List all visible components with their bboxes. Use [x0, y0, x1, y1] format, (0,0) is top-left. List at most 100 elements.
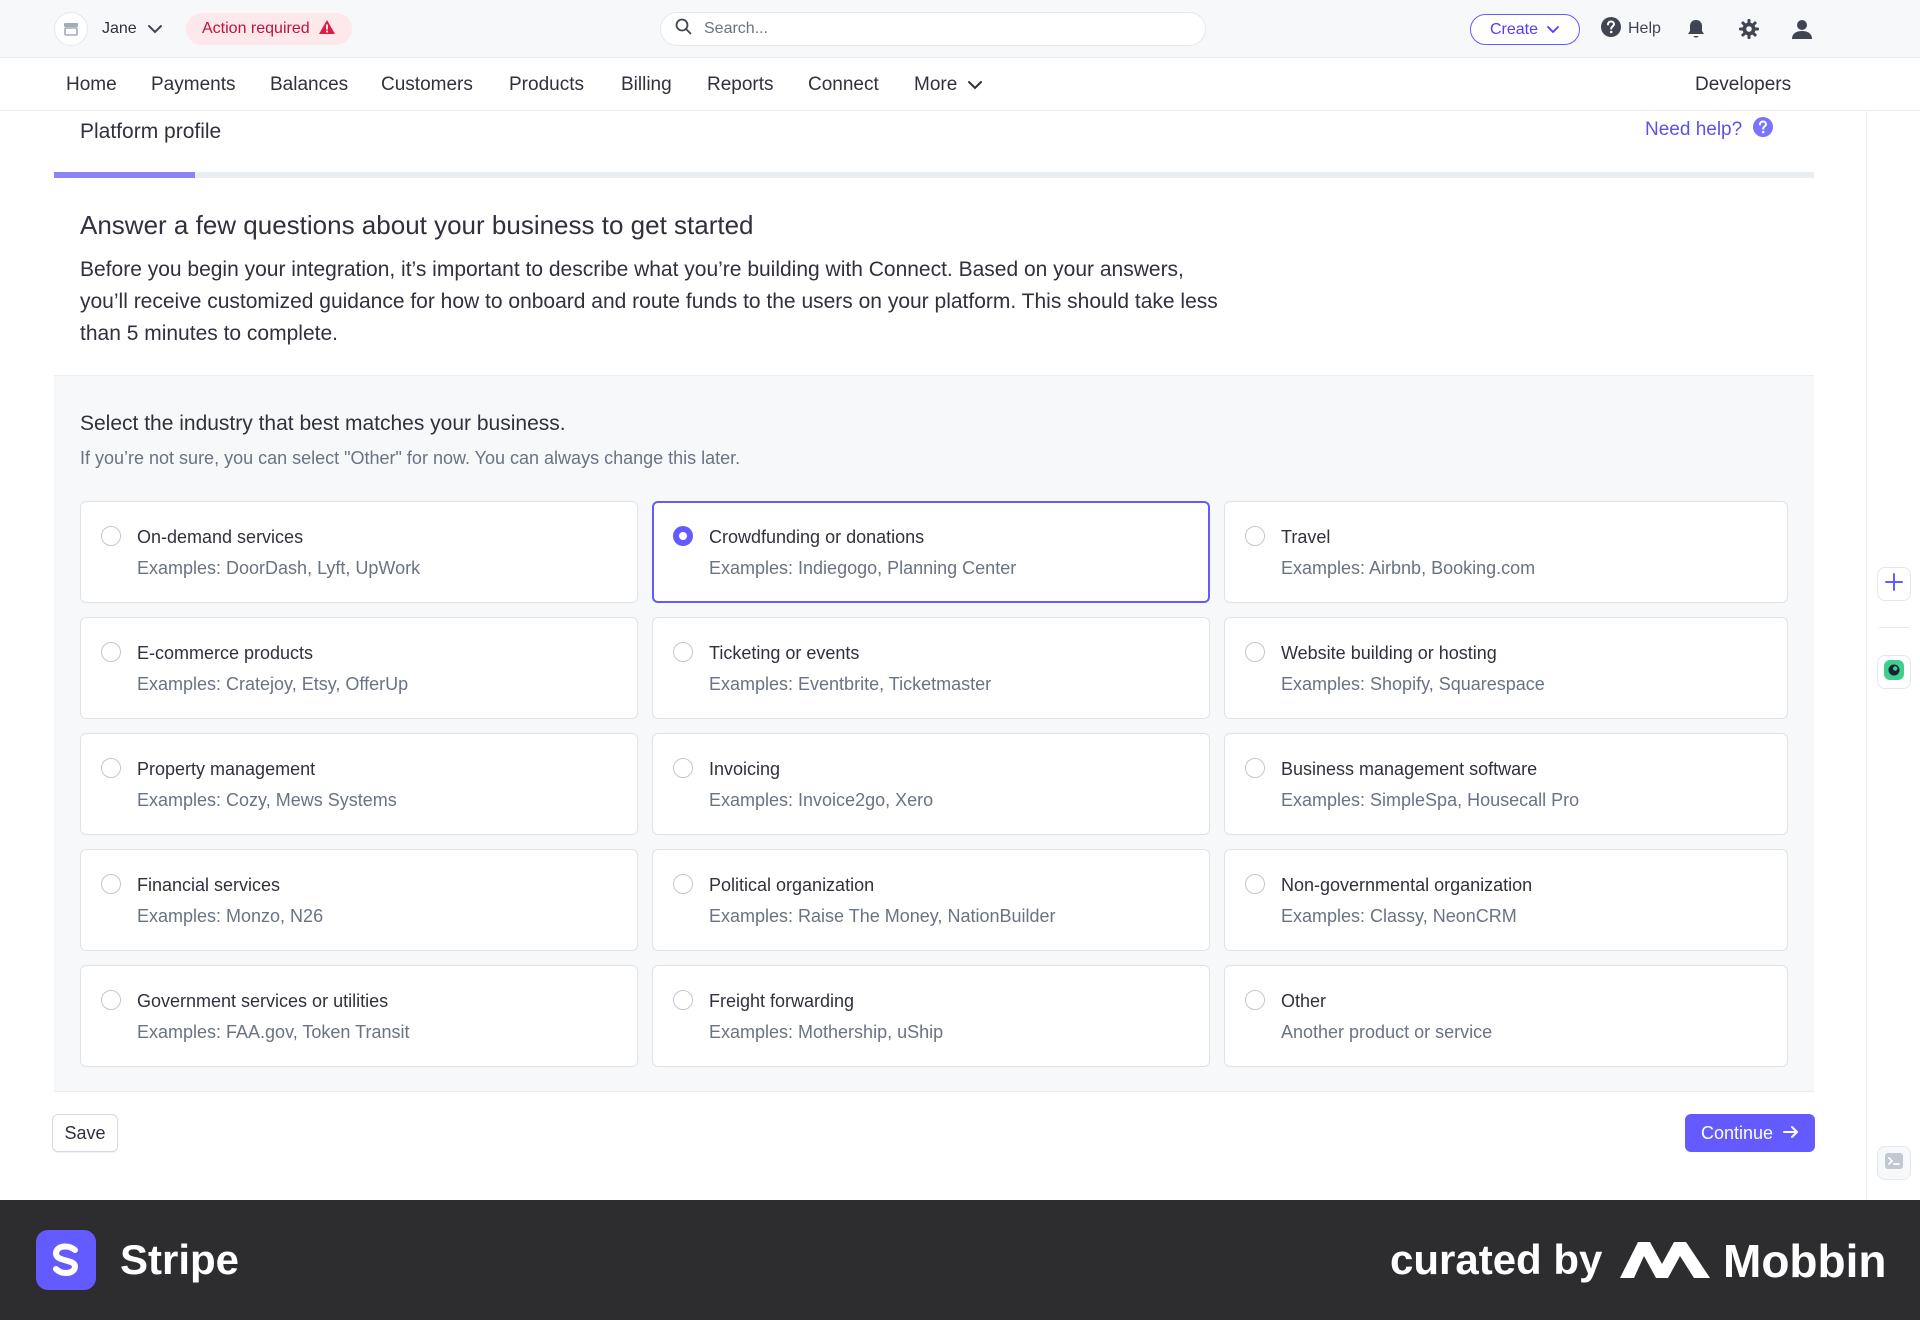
arrow-right-icon — [1783, 1123, 1799, 1144]
industry-option-card[interactable]: Political organization Examples: Raise Th… — [652, 849, 1210, 951]
nav-item-customers[interactable]: Customers — [381, 74, 473, 96]
question-circle-icon — [1600, 16, 1622, 43]
account-switcher[interactable]: Jane — [54, 12, 163, 46]
warning-triangle-icon — [318, 19, 336, 40]
chevron-down-icon — [147, 24, 163, 34]
industry-option-card[interactable]: Ticketing or events Examples: Eventbrite,… — [652, 617, 1210, 719]
industry-option-card[interactable]: On-demand services Examples: DoorDash, Ly… — [80, 501, 638, 603]
question-hint: If you’re not sure, you can select "Othe… — [80, 448, 741, 468]
brand-name: Stripe — [120, 1236, 240, 1283]
need-help-link[interactable]: Need help? — [1645, 116, 1774, 144]
nav-item-connect[interactable]: Connect — [808, 74, 879, 96]
industry-option-card[interactable]: Financial services Examples: Monzo, N26 — [80, 849, 638, 951]
radio-button[interactable] — [101, 642, 121, 662]
curated-by-label: curated by — [1390, 1236, 1603, 1283]
option-subtitle: Examples: DoorDash, Lyft, UpWork — [137, 558, 421, 578]
option-subtitle: Examples: Indiegogo, Planning Center — [709, 558, 1017, 578]
nav-item-payments[interactable]: Payments — [151, 74, 235, 96]
radio-button[interactable] — [1245, 526, 1265, 546]
rail-divider — [1879, 627, 1909, 628]
option-title: Travel — [1281, 527, 1331, 547]
nav-item-more[interactable]: More — [914, 74, 983, 96]
industry-option-card[interactable]: Government services or utilities Examples… — [80, 965, 638, 1067]
continue-button[interactable]: Continue — [1685, 1114, 1815, 1152]
option-subtitle: Examples: Airbnb, Booking.com — [1281, 558, 1536, 578]
search-bar[interactable] — [660, 12, 1206, 46]
help-button[interactable]: Help — [1600, 16, 1661, 42]
intro-title: Answer a few questions about your busine… — [80, 210, 754, 240]
industry-option-card[interactable]: Invoicing Examples: Invoice2go, Xero — [652, 733, 1210, 835]
terminal-icon — [1884, 1151, 1904, 1176]
option-title: E-commerce products — [137, 643, 314, 663]
bell-icon[interactable] — [1683, 16, 1709, 42]
plus-icon — [1884, 572, 1904, 597]
user-icon[interactable] — [1789, 16, 1815, 42]
option-subtitle: Another product or service — [1281, 1022, 1493, 1042]
nav-item-reports[interactable]: Reports — [707, 74, 774, 96]
chevron-down-icon — [1546, 21, 1560, 39]
create-label: Create — [1489, 20, 1539, 38]
radio-button[interactable] — [1245, 990, 1265, 1010]
option-subtitle: Examples: FAA.gov, Token Transit — [137, 1022, 410, 1042]
nav-item-developers[interactable]: Developers — [1695, 74, 1791, 96]
app-shortcut-button[interactable] — [1877, 655, 1911, 689]
option-subtitle: Examples: Eventbrite, Ticketmaster — [709, 674, 992, 694]
option-title: Financial services — [137, 875, 281, 895]
option-subtitle: Examples: Cratejoy, Etsy, OfferUp — [137, 674, 409, 694]
radio-button[interactable] — [101, 990, 121, 1010]
create-button[interactable]: Create — [1470, 14, 1580, 45]
industry-option-card[interactable]: Business management software Examples: Si… — [1224, 733, 1788, 835]
radio-button[interactable] — [673, 526, 693, 546]
industry-option-card[interactable]: Crowdfunding or donations Examples: Indie… — [652, 501, 1210, 603]
nav-item-products[interactable]: Products — [509, 74, 584, 96]
intro-body: Before you begin your integration, it’s … — [80, 258, 1218, 345]
option-title: On-demand services — [137, 527, 304, 547]
progress-bar — [54, 172, 1814, 178]
radio-button[interactable] — [673, 874, 693, 894]
store-icon — [54, 12, 88, 46]
progress-fill — [54, 172, 195, 178]
industry-option-card[interactable]: Non-governmental organization Examples: C… — [1224, 849, 1788, 951]
radio-button[interactable] — [1245, 758, 1265, 778]
option-subtitle: Examples: Mothership, uShip — [709, 1022, 944, 1042]
action-required-badge[interactable]: Action required — [186, 13, 352, 45]
gear-icon[interactable] — [1736, 16, 1762, 42]
radio-button[interactable] — [101, 874, 121, 894]
search-icon — [675, 18, 692, 40]
question-circle-icon — [1752, 116, 1774, 144]
industry-option-card[interactable]: Freight forwarding Examples: Mothership, … — [652, 965, 1210, 1067]
radio-button[interactable] — [1245, 874, 1265, 894]
option-title: Political organization — [709, 875, 875, 895]
radio-button[interactable] — [101, 758, 121, 778]
industry-option-card[interactable]: Website building or hosting Examples: Sho… — [1224, 617, 1788, 719]
industry-options-grid: On-demand services Examples: DoorDash, Ly… — [80, 501, 1788, 1067]
industry-option-card[interactable]: Property management Examples: Cozy, Mews … — [80, 733, 638, 835]
top-bar: Jane Action required Create Help — [0, 0, 1920, 58]
option-title: Government services or utilities — [137, 991, 389, 1011]
save-button[interactable]: Save — [52, 1114, 118, 1152]
radio-button[interactable] — [673, 990, 693, 1010]
help-label: Help — [1628, 20, 1661, 37]
option-title: Business management software — [1281, 759, 1538, 779]
app-icon — [1883, 659, 1905, 686]
nav-item-billing[interactable]: Billing — [621, 74, 672, 96]
nav-item-balances[interactable]: Balances — [270, 74, 348, 96]
nav-more-label: More — [914, 74, 958, 95]
need-help-label: Need help? — [1645, 119, 1743, 140]
radio-button[interactable] — [101, 526, 121, 546]
radio-button[interactable] — [1245, 642, 1265, 662]
question-title: Select the industry that best matches yo… — [80, 412, 566, 435]
search-input[interactable] — [704, 20, 1164, 38]
continue-label: Continue — [1700, 1122, 1774, 1143]
stripe-logo-icon — [36, 1230, 96, 1290]
curator-name: Mobbin — [1723, 1235, 1887, 1287]
industry-option-card[interactable]: Other Another product or service — [1224, 965, 1788, 1067]
radio-button[interactable] — [673, 758, 693, 778]
add-shortcut-button[interactable] — [1877, 567, 1911, 601]
option-title: Crowdfunding or donations — [709, 527, 925, 547]
nav-item-home[interactable]: Home — [66, 74, 117, 96]
radio-button[interactable] — [673, 642, 693, 662]
industry-option-card[interactable]: E-commerce products Examples: Cratejoy, E… — [80, 617, 638, 719]
terminal-button[interactable] — [1877, 1146, 1911, 1180]
industry-option-card[interactable]: Travel Examples: Airbnb, Booking.com — [1224, 501, 1788, 603]
